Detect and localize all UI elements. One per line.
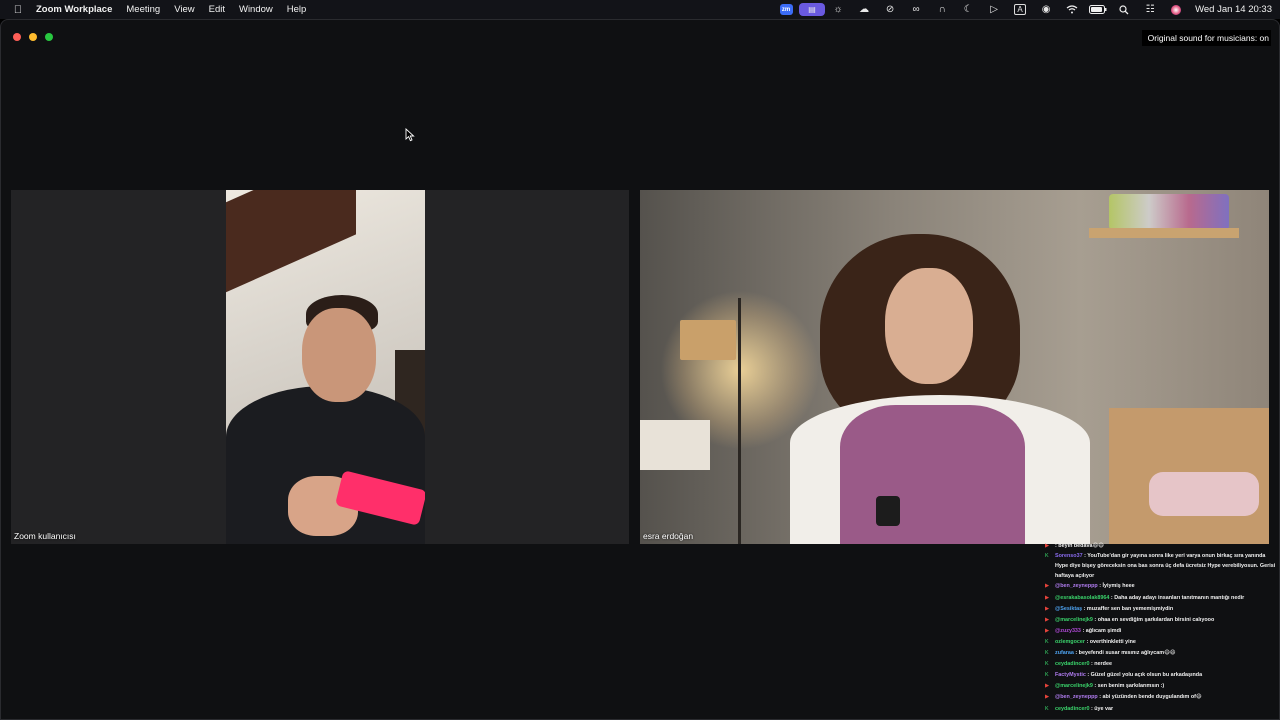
youtube-platform-icon: ▶ bbox=[1045, 694, 1050, 701]
participant-video-feed bbox=[226, 190, 425, 544]
chat-message-text: : ohaa en sevdiğim şarkılardan birsini c… bbox=[1094, 616, 1215, 623]
minimize-window-button[interactable] bbox=[29, 33, 37, 41]
screen-share-icon[interactable]: ▤ bbox=[799, 0, 826, 19]
chat-message: ▶ @marcelinejk9 : sen benim şarkılarımsın… bbox=[1045, 681, 1280, 692]
video-tile-participant-1[interactable]: Zoom kullanıcısı bbox=[11, 190, 629, 544]
youtube-platform-icon: ▶ bbox=[1045, 627, 1050, 634]
chat-message: ▶ @zuzy333 : ağlıcam şimdi bbox=[1045, 626, 1280, 637]
chat-username: Sorenso37 bbox=[1055, 553, 1083, 560]
chat-message-text: : overthinkletti yine bbox=[1086, 638, 1136, 645]
chat-message-text: : abi yüzünden bende duygulandım of😄 bbox=[1099, 694, 1202, 701]
chat-message: Kozlemgocer : overthinkletti yine bbox=[1045, 637, 1280, 648]
menu-bar-clock[interactable]: Wed Jan 14 20:33 bbox=[1195, 4, 1272, 15]
chat-message-text: : Güzel güzel yolu açık olsun bu arkadaş… bbox=[1087, 672, 1203, 679]
chat-message: Kzufaraa : beyefendi susar mısınız ağlıy… bbox=[1045, 648, 1280, 659]
chat-message: ▶ @ben_zeyneppp : abi yüzünden bende duyg… bbox=[1045, 692, 1280, 703]
chat-username: ceydadincer0 bbox=[1055, 705, 1090, 712]
chat-username: @ben_zeyneppp bbox=[1055, 694, 1098, 701]
maximize-window-button[interactable] bbox=[45, 33, 53, 41]
chat-username: @ben_zeyneppp bbox=[1055, 583, 1098, 590]
participant-video-feed bbox=[640, 190, 1269, 544]
chat-username: @marcelinejk9 bbox=[1055, 683, 1093, 690]
creative-cloud-icon[interactable]: ∞ bbox=[903, 0, 929, 19]
youtube-platform-icon: ▶ bbox=[1045, 616, 1050, 623]
chat-username: @Sesiktaş bbox=[1055, 605, 1083, 612]
youtube-platform-icon: ▶ bbox=[1045, 583, 1050, 590]
moon-icon[interactable]: ☾ bbox=[955, 0, 981, 19]
window-controls bbox=[13, 33, 53, 41]
chat-message-text: : nerdee bbox=[1090, 661, 1112, 668]
chat-username: ozlemgocer bbox=[1055, 638, 1085, 645]
text-input-icon[interactable]: A bbox=[1007, 0, 1033, 19]
kick-platform-icon: K bbox=[1045, 650, 1049, 657]
chat-message-text: : üye var bbox=[1090, 705, 1114, 712]
chat-message: ▶ @marcelinejk9 : ohaa en sevdiğim şarkıl… bbox=[1045, 615, 1280, 626]
chat-message: Kceydadincer0 : nerdee bbox=[1045, 659, 1280, 670]
chat-message-text: : YouTube'dan gir yayına sonra like yeri… bbox=[1055, 553, 1276, 579]
original-sound-indicator[interactable]: Original sound for musicians: on bbox=[1141, 30, 1271, 46]
video-tile-participant-2[interactable]: esra erdoğan bbox=[640, 190, 1269, 544]
cloud-icon[interactable]: ☁ bbox=[851, 0, 877, 19]
search-icon[interactable] bbox=[1111, 0, 1137, 19]
chat-message: ▶ @Sesiktaş : muzaffer sen ban yememişmiy… bbox=[1045, 604, 1280, 615]
youtube-platform-icon: ▶ bbox=[1045, 683, 1050, 690]
chat-username: ceydadincer0 bbox=[1055, 661, 1090, 668]
chat-message-text: : Daha aday adayı insanları tanıtmanın m… bbox=[1110, 594, 1245, 601]
close-window-button[interactable] bbox=[13, 33, 21, 41]
chat-message: K FactyMystic : Güzel güzel yolu açık ols… bbox=[1045, 670, 1280, 681]
app-name-menu[interactable]: Zoom Workplace bbox=[36, 4, 112, 15]
menu-window[interactable]: Window bbox=[239, 4, 273, 15]
chat-username: @marcelinejk9 bbox=[1055, 616, 1093, 623]
chat-message-text: : sen benim şarkılarımsın :) bbox=[1094, 683, 1165, 690]
youtube-platform-icon: ▶ bbox=[1045, 543, 1050, 549]
menu-help[interactable]: Help bbox=[287, 4, 307, 15]
chat-message-text: : ağlıcam şimdi bbox=[1082, 627, 1122, 634]
apple-icon[interactable]:  bbox=[0, 4, 36, 16]
menu-view[interactable]: View bbox=[174, 4, 194, 15]
zoom-icon[interactable]: zm bbox=[773, 0, 799, 19]
chat-message-text: : İyiymiş heee bbox=[1099, 583, 1135, 590]
kick-platform-icon: K bbox=[1045, 705, 1049, 712]
compass-icon[interactable]: ⊘ bbox=[877, 0, 903, 19]
chat-username: zufaraa bbox=[1055, 650, 1074, 657]
chat-username: @zuzy333 bbox=[1055, 627, 1081, 634]
airpods-icon[interactable]: ∩ bbox=[929, 0, 955, 19]
kick-platform-icon: K bbox=[1045, 553, 1049, 560]
live-chat-overlay: ▶ : beyin bedava😄😄 K Sorenso37 : YouTube'd… bbox=[1045, 541, 1280, 720]
participant-name-label: esra erdoğan bbox=[643, 531, 694, 541]
youtube-platform-icon: ▶ bbox=[1045, 594, 1050, 601]
chat-message: K Sorenso37 : YouTube'dan gir yayına sonr… bbox=[1045, 552, 1280, 581]
kick-platform-icon: K bbox=[1045, 638, 1049, 645]
battery-icon[interactable] bbox=[1085, 0, 1111, 19]
chat-message-text: : muzaffer sen ban yememişmiydin bbox=[1083, 605, 1174, 612]
kick-platform-icon: K bbox=[1045, 672, 1049, 679]
control-center-icon[interactable]: ☷ bbox=[1137, 0, 1163, 19]
chat-message-text: : beyefendi susar mısınız ağlıycam😄😄 bbox=[1075, 650, 1176, 657]
menu-meeting[interactable]: Meeting bbox=[126, 4, 160, 15]
kick-platform-icon: K bbox=[1045, 661, 1049, 668]
chat-username: FactyMystic bbox=[1055, 672, 1086, 679]
wifi-icon[interactable] bbox=[1059, 0, 1085, 19]
youtube-platform-icon: ▶ bbox=[1045, 605, 1050, 612]
mouse-cursor-icon bbox=[405, 128, 415, 142]
participant-name-label: Zoom kullanıcısı bbox=[14, 531, 76, 541]
chat-message: ▶ : beyin bedava😄😄 bbox=[1045, 541, 1280, 552]
chat-message: ▶ @ben_zeyneppp : İyiymiş heee bbox=[1045, 581, 1280, 592]
siri-icon[interactable] bbox=[1163, 0, 1189, 19]
chat-message-text: : beyin bedava😄😄 bbox=[1055, 543, 1104, 549]
chat-username: @esrakabasolak8964 bbox=[1055, 594, 1110, 601]
menu-bar:  Zoom Workplace Meeting View Edit Windo… bbox=[0, 0, 1280, 19]
user-icon[interactable]: ◉ bbox=[1033, 0, 1059, 19]
menu-edit[interactable]: Edit bbox=[209, 4, 225, 15]
wave-icon[interactable]: ☼ bbox=[825, 0, 851, 19]
play-icon[interactable]: ▷ bbox=[981, 0, 1007, 19]
chat-message: ▶ @esrakabasolak8964 : Daha aday adayı in… bbox=[1045, 593, 1280, 604]
chat-message: Kceydadincer0 : üye var bbox=[1045, 704, 1280, 715]
